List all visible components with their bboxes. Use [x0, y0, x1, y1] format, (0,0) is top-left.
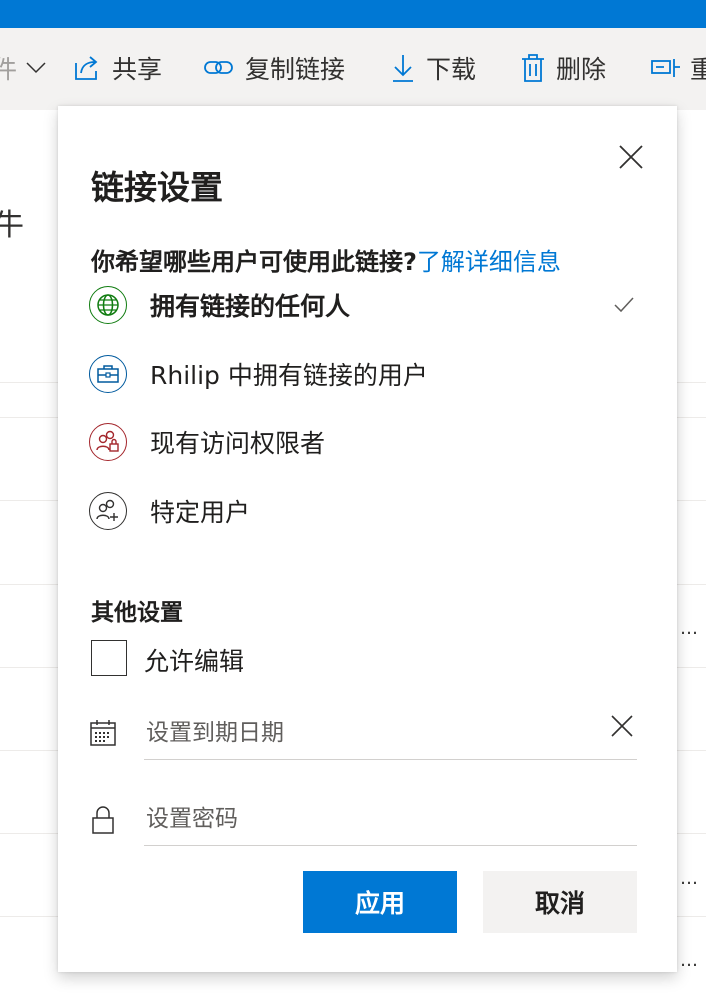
people-add-icon	[89, 492, 127, 530]
checkmark-icon	[614, 297, 634, 313]
download-label: 下载	[426, 55, 477, 84]
delete-label: 删除	[556, 55, 607, 84]
option-org-users[interactable]: Rhilip 中拥有链接的用户	[89, 353, 428, 395]
option-label: Rhilip 中拥有链接的用户	[150, 361, 428, 390]
row-more-ellipsis[interactable]: …	[680, 950, 698, 971]
files-heading-fragment: 牛	[0, 208, 24, 243]
learn-more-link[interactable]: 了解详细信息	[417, 248, 561, 276]
link-settings-dialog: 链接设置 你希望哪些用户可使用此链接?了解详细信息 拥有链接的任何人 Rhili…	[58, 106, 677, 972]
download-button[interactable]: 下载	[390, 50, 476, 86]
close-dialog-button[interactable]	[616, 142, 646, 172]
move-icon	[650, 56, 680, 80]
cancel-button[interactable]: 取消	[483, 871, 637, 933]
password-input[interactable]	[144, 794, 588, 844]
globe-icon	[89, 286, 127, 324]
copy-link-label: 复制链接	[245, 55, 346, 84]
briefcase-icon	[89, 355, 127, 393]
option-existing-access[interactable]: 现有访问权限者	[89, 421, 325, 463]
lock-icon	[92, 806, 114, 834]
row-more-ellipsis[interactable]: …	[680, 618, 698, 639]
password-field	[144, 794, 637, 846]
allow-edit-checkbox[interactable]	[91, 640, 127, 676]
dialog-title: 链接设置	[91, 168, 223, 207]
row-more-ellipsis[interactable]: …	[680, 868, 698, 889]
clear-expiry-button[interactable]	[608, 712, 636, 740]
download-icon	[390, 53, 416, 83]
option-label: 拥有链接的任何人	[150, 292, 351, 321]
close-icon	[619, 145, 643, 169]
apply-button[interactable]: 应用	[303, 871, 457, 933]
expiry-date-input[interactable]	[144, 708, 588, 758]
people-lock-icon	[89, 423, 127, 461]
share-label: 共享	[112, 55, 163, 84]
other-settings-heading: 其他设置	[91, 600, 183, 626]
expiry-date-field	[144, 708, 637, 760]
close-icon	[611, 715, 633, 737]
toolbar-fragment: 件	[0, 55, 18, 84]
app-header-bar	[0, 0, 706, 28]
calendar-icon	[90, 720, 116, 746]
option-label: 现有访问权限者	[150, 429, 326, 458]
option-specific-people[interactable]: 特定用户	[89, 490, 250, 532]
copy-link-button[interactable]: 复制链接	[203, 50, 345, 86]
audience-question: 你希望哪些用户可使用此链接?了解详细信息	[91, 242, 561, 277]
share-icon	[72, 53, 102, 83]
trash-icon	[520, 53, 546, 83]
allow-edit-label: 允许编辑	[144, 647, 245, 676]
share-button[interactable]: 共享	[72, 50, 162, 86]
option-label: 特定用户	[150, 498, 251, 527]
audience-question-text: 你希望哪些用户可使用此链接?	[91, 248, 417, 276]
move-button[interactable]: 重	[650, 50, 706, 86]
chevron-down-icon	[26, 62, 46, 74]
link-icon	[203, 53, 235, 83]
sort-dropdown[interactable]: 件	[0, 50, 47, 86]
delete-button[interactable]: 删除	[520, 50, 606, 86]
command-bar: 件 共享 复制链接 下载 删除 重	[0, 28, 706, 110]
option-anyone-with-link[interactable]: 拥有链接的任何人	[89, 284, 350, 326]
move-label: 重	[690, 55, 706, 84]
